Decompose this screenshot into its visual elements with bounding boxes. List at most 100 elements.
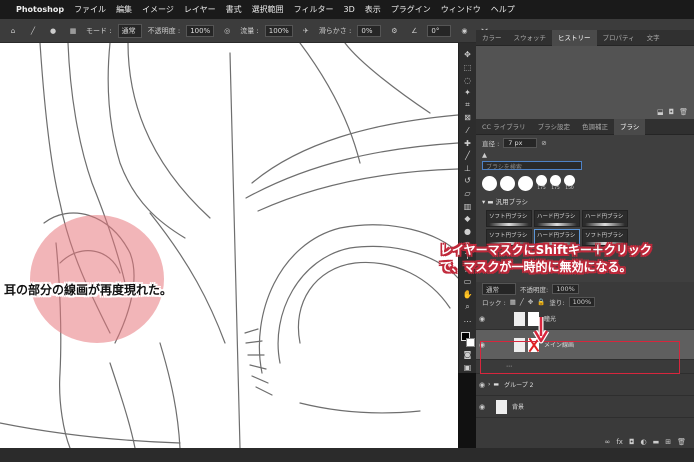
- opacity-field[interactable]: 100%: [186, 24, 215, 37]
- preset-brush-4[interactable]: 175: [536, 175, 547, 191]
- new-group-icon[interactable]: ▬: [653, 438, 660, 446]
- tab-properties[interactable]: プロパティ: [597, 30, 641, 46]
- frame-tool-icon[interactable]: ⊠: [461, 112, 475, 124]
- preset-brush-1[interactable]: [482, 175, 497, 191]
- home-icon[interactable]: ⌂: [6, 24, 20, 38]
- brush-folder-general[interactable]: ▾ ▬ 汎用ブラシ: [476, 194, 694, 208]
- rectangle-tool-icon[interactable]: ▭: [461, 276, 475, 288]
- lock-paint-icon[interactable]: ╱: [520, 298, 524, 306]
- eraser-tool-icon[interactable]: ▱: [461, 188, 475, 200]
- brush-settings-icon[interactable]: ▦: [66, 24, 80, 38]
- brush-item-label: ソフト円ブラシ: [489, 233, 528, 239]
- menu-plugins[interactable]: プラグイン: [391, 4, 431, 15]
- pressure-size-icon[interactable]: ◉: [457, 24, 471, 38]
- gear-icon[interactable]: ⚙: [387, 24, 401, 38]
- adjustment-layer-icon[interactable]: ◐: [641, 438, 647, 446]
- lock-transparency-icon[interactable]: ▦: [510, 298, 516, 306]
- brush-tool-icon[interactable]: ╱: [461, 150, 475, 162]
- add-mask-icon[interactable]: ◘: [629, 438, 635, 446]
- healing-brush-icon[interactable]: ✚: [461, 137, 475, 149]
- layer-row[interactable]: ◉ 瞳光: [476, 308, 694, 330]
- lock-position-icon[interactable]: ✥: [528, 298, 533, 306]
- zoom-tool-icon[interactable]: ⌕: [461, 301, 475, 313]
- menu-file[interactable]: ファイル: [74, 4, 106, 15]
- brush-tool-icon[interactable]: ╱: [26, 24, 40, 38]
- fx-icon[interactable]: fx: [616, 438, 623, 446]
- menu-image[interactable]: イメージ: [142, 4, 174, 15]
- blur-tool-icon[interactable]: ◆: [461, 213, 475, 225]
- fill-field[interactable]: 100%: [568, 296, 596, 307]
- brush-search-input[interactable]: ブラシを検索: [482, 161, 582, 171]
- marquee-tool-icon[interactable]: ⬚: [461, 62, 475, 74]
- eyedropper-icon[interactable]: ⁄: [461, 125, 475, 137]
- lock-label: ロック :: [482, 298, 506, 307]
- history-brush-icon[interactable]: ↺: [461, 175, 475, 187]
- link-icon[interactable]: ∞: [605, 438, 611, 446]
- document-canvas[interactable]: 耳の部分の線画が再度現れた。: [0, 43, 458, 448]
- mode-select[interactable]: 通常: [117, 23, 142, 38]
- stamp-tool-icon[interactable]: ⊥: [461, 162, 475, 174]
- tools-panel: ✥ ⬚ ◌ ✦ ⌗ ⊠ ⁄ ✚ ╱ ⊥ ↺ ▱ ▥ ◆ ● ✒ T ➤ ▭ ✋ …: [458, 43, 476, 373]
- magic-wand-icon[interactable]: ✦: [461, 87, 475, 99]
- smoothing-field[interactable]: 0%: [357, 24, 382, 37]
- tab-color[interactable]: カラー: [476, 30, 508, 46]
- tab-brushes[interactable]: ブラシ: [614, 118, 646, 135]
- layer-group-row[interactable]: ◉ › ▬ グループ 2: [476, 374, 694, 396]
- lock-all-icon[interactable]: 🔒: [537, 298, 545, 306]
- chevron-right-icon[interactable]: ›: [488, 381, 490, 388]
- brush-item[interactable]: ハード円ブラシ: [582, 210, 628, 227]
- preset-brush-3[interactable]: [518, 175, 533, 191]
- flow-field[interactable]: 100%: [264, 24, 293, 37]
- eye-icon[interactable]: ◉: [476, 381, 488, 389]
- menu-help[interactable]: ヘルプ: [491, 4, 515, 15]
- tab-cc-libraries[interactable]: CC ライブラリ: [476, 119, 532, 135]
- snapshot-icon[interactable]: ⬓: [657, 108, 664, 116]
- blend-mode-select[interactable]: 通常: [482, 282, 516, 295]
- preset-brush-6[interactable]: 150: [564, 175, 575, 191]
- trash-icon[interactable]: 🗑: [679, 108, 688, 116]
- brush-size-field[interactable]: 7 px: [503, 138, 538, 148]
- eye-icon[interactable]: ◉: [476, 315, 488, 323]
- layer-row-background[interactable]: ◉ 背景: [476, 396, 694, 418]
- brush-item[interactable]: ハード円ブラシ: [534, 210, 580, 227]
- eye-icon[interactable]: ◉: [476, 403, 488, 411]
- menu-3d[interactable]: 3D: [344, 5, 355, 14]
- color-swatches[interactable]: [460, 332, 475, 348]
- menu-edit[interactable]: 編集: [116, 4, 132, 15]
- pressure-opacity-icon[interactable]: ◎: [220, 24, 234, 38]
- brush-item[interactable]: ソフト円ブラシ: [486, 210, 532, 227]
- tab-history[interactable]: ヒストリー: [552, 29, 597, 46]
- callout-box-main-lineart: [480, 341, 680, 374]
- angle-field[interactable]: 0°: [427, 24, 452, 37]
- hand-tool-icon[interactable]: ✋: [461, 289, 475, 301]
- background-color-swatch[interactable]: [465, 338, 475, 348]
- gradient-tool-icon[interactable]: ▥: [461, 200, 475, 212]
- quick-mask-icon[interactable]: ◙: [461, 349, 475, 361]
- menu-app-photoshop[interactable]: Photoshop: [16, 5, 64, 14]
- crop-tool-icon[interactable]: ⌗: [461, 99, 475, 111]
- dodge-tool-icon[interactable]: ●: [461, 226, 475, 238]
- menu-layer[interactable]: レイヤー: [184, 4, 216, 15]
- screen-mode-icon[interactable]: ▣: [461, 361, 475, 373]
- menu-view[interactable]: 表示: [365, 4, 381, 15]
- brush-angle-icon[interactable]: ⊘: [541, 139, 546, 147]
- menu-select[interactable]: 選択範囲: [252, 4, 284, 15]
- tab-brush-settings[interactable]: ブラシ設定: [532, 119, 576, 135]
- brush-preset-icon[interactable]: ●: [46, 24, 60, 38]
- move-tool-icon[interactable]: ✥: [461, 49, 475, 61]
- preset-brush-5[interactable]: 175: [550, 175, 561, 191]
- layer-opacity-field[interactable]: 100%: [552, 283, 579, 294]
- more-tools-icon[interactable]: …: [461, 314, 475, 326]
- menu-filter[interactable]: フィルター: [294, 4, 334, 15]
- preset-brush-2[interactable]: [500, 175, 515, 191]
- trash-icon[interactable]: 🗑: [677, 438, 686, 446]
- new-layer-icon[interactable]: ⊞: [665, 438, 671, 446]
- tab-character[interactable]: 文字: [641, 30, 666, 46]
- tab-swatches[interactable]: スウォッチ: [508, 30, 553, 46]
- menu-type[interactable]: 書式: [226, 4, 242, 15]
- camera-icon[interactable]: ◘: [669, 108, 675, 116]
- airbrush-icon[interactable]: ✈: [299, 24, 313, 38]
- tab-adjustments[interactable]: 色調補正: [576, 119, 614, 135]
- lasso-tool-icon[interactable]: ◌: [461, 74, 475, 86]
- menu-window[interactable]: ウィンドウ: [441, 4, 481, 15]
